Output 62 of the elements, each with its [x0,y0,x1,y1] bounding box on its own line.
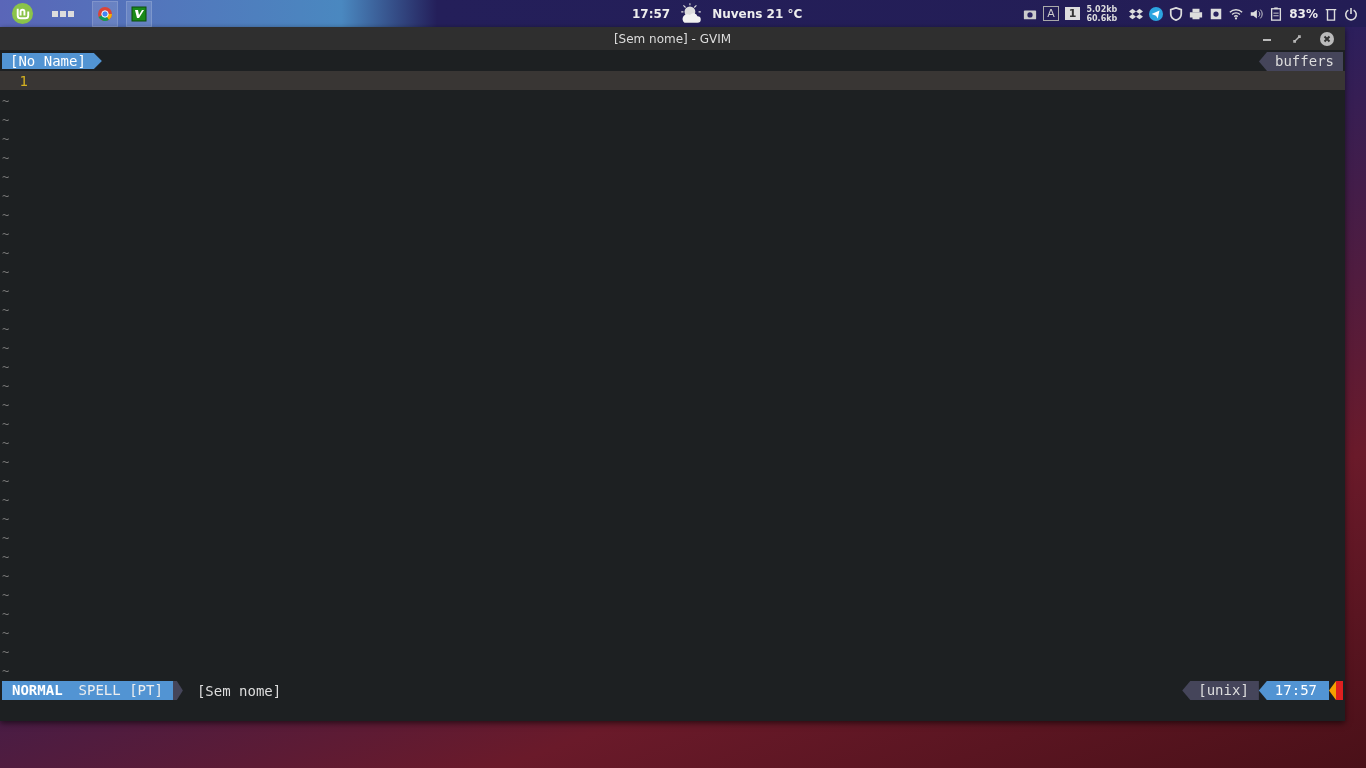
close-icon[interactable] [1319,31,1335,47]
empty-line-tilde: ~ [1,150,10,167]
workspace-indicator[interactable]: 1 [1064,7,1081,20]
status-time: 17:57 [1258,681,1329,700]
empty-line-tilde: ~ [1,530,10,547]
buffers-label: buffers [1259,52,1343,71]
wifi-icon[interactable] [1229,6,1244,21]
empty-line-tilde: ~ [1,321,10,338]
download-speed: 5.02kb [1086,4,1118,14]
empty-line-tilde: ~ [1,226,10,243]
empty-line-tilde: ~ [1,378,10,395]
empty-line-tilde: ~ [1,511,10,528]
printer-icon[interactable] [1189,6,1204,21]
shield-icon[interactable] [1169,6,1184,21]
empty-line-tilde: ~ [1,587,10,604]
window-title: [Sem nome] - GVIM [613,31,732,46]
empty-line-tilde: ~ [1,492,10,509]
vim-icon [131,5,147,22]
mode-indicator: NORMAL [2,681,71,700]
weather-text[interactable]: Nuvens 21 °C [712,6,803,21]
power-icon[interactable] [1344,6,1358,21]
empty-line-tilde: ~ [1,93,10,110]
workspace-dots-icon[interactable] [52,10,74,17]
empty-line-tilde: ~ [1,188,10,205]
empty-line-tilde: ~ [1,131,10,148]
empty-line-tilde: ~ [1,207,10,224]
empty-line-tilde: ~ [1,473,10,490]
spell-indicator: SPELL [PT] [70,681,173,700]
battery-icon[interactable] [1269,6,1284,21]
empty-line-tilde: ~ [1,663,10,680]
empty-line-tilde: ~ [1,264,10,281]
trash-icon[interactable] [1324,6,1338,21]
file-name: [Sem nome] [196,682,282,699]
paper-plane-icon[interactable] [1149,6,1164,21]
empty-line-tilde: ~ [1,549,10,566]
boxes-icon[interactable] [1129,6,1144,21]
empty-line-tilde: ~ [1,397,10,414]
volume-icon[interactable] [1249,6,1264,21]
battery-percentage[interactable]: 83% [1289,6,1318,21]
empty-line-tilde: ~ [1,283,10,300]
warning-marker [1329,681,1343,700]
taskbar-item[interactable] [126,0,152,27]
file-format: [unix] [1182,681,1259,700]
menu-logo-icon[interactable] [11,2,34,25]
empty-line-tilde: ~ [1,644,10,661]
empty-line-tilde: ~ [1,302,10,319]
clock[interactable]: 17:57 [632,6,671,21]
empty-line-tilde: ~ [1,606,10,623]
empty-line-tilde: ~ [1,416,10,433]
line-number: 1 [18,72,28,89]
empty-line-tilde: ~ [1,245,10,262]
keyboard-layout[interactable]: A [1043,6,1059,21]
empty-line-tilde: ~ [1,568,10,585]
browser-icon [97,5,113,22]
empty-line-tilde: ~ [1,340,10,357]
empty-line-tilde: ~ [1,625,10,642]
empty-line-tilde: ~ [1,435,10,452]
empty-line-tilde: ~ [1,112,10,129]
upload-speed: 60.6kb [1086,13,1118,23]
empty-line-tilde: ~ [1,454,10,471]
empty-line-tilde: ~ [1,359,10,376]
empty-line-tilde: ~ [1,169,10,186]
